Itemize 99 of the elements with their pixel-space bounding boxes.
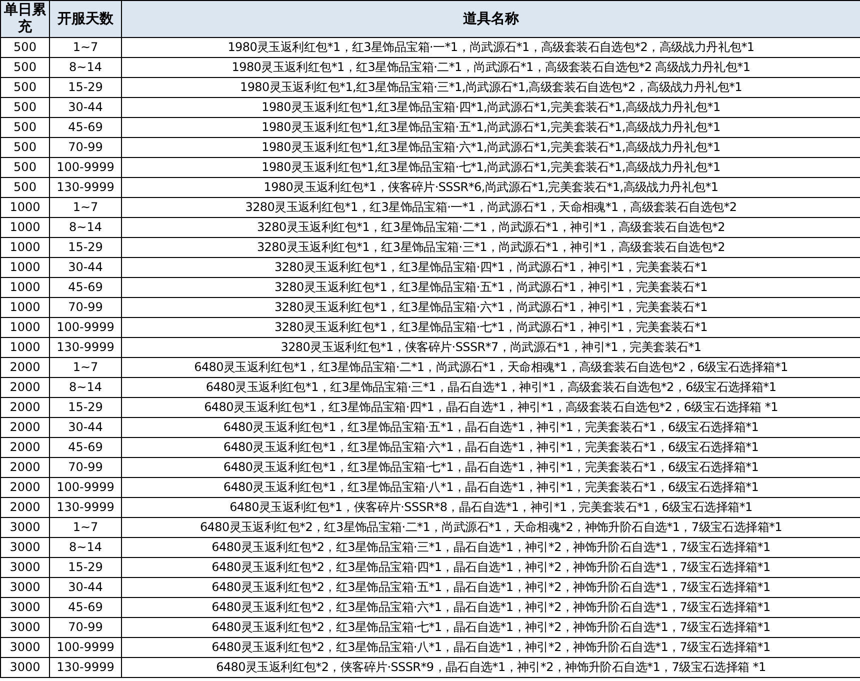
table-cell: 3000: [0, 558, 50, 578]
table-cell: 3000: [0, 578, 50, 598]
table-cell: 130-9999: [50, 338, 122, 358]
table-cell: 1980灵玉返利红包*1，侠客碎片·SSSR*6,尚武源石*1,完美套装石*1,高级战力丹礼包*1: [122, 178, 860, 198]
table-cell: 8~14: [50, 58, 122, 78]
table-cell: 6480灵玉返利红包*2，红3星饰品宝箱·四*1，晶石自选*1，神引*2，神饰升阶石自选*1，7级宝石选择箱*1: [122, 558, 860, 578]
table-cell: 6480灵玉返利红包*1，红3星饰品宝箱·八*1，晶石自选*1，神引*1，完美套装石*1，6级宝石选择箱*1: [122, 478, 860, 498]
table-cell: 500: [0, 98, 50, 118]
table-cell: 15-29: [50, 558, 122, 578]
table-cell: 2000: [0, 378, 50, 398]
table-cell: 15-29: [50, 78, 122, 98]
table-cell: 2000: [0, 478, 50, 498]
table-cell: 70-99: [50, 138, 122, 158]
table-cell: 45-69: [50, 438, 122, 458]
table-cell: 500: [0, 38, 50, 58]
table-cell: 100-9999: [50, 318, 122, 338]
table-cell: 500: [0, 78, 50, 98]
table-cell: 1000: [0, 218, 50, 238]
table-cell: 6480灵玉返利红包*2，红3星饰品宝箱·二*1，尚武源石*1，天命相魂*2，神饰升阶石自选*1，7级宝石选择箱*1: [122, 518, 860, 538]
table-cell: 15-29: [50, 398, 122, 418]
table-cell: 15-29: [50, 238, 122, 258]
table-cell: 1000: [0, 198, 50, 218]
table-cell: 3000: [0, 598, 50, 618]
table-cell: 2000: [0, 358, 50, 378]
table-cell: 1980灵玉返利红包*1,红3星饰品宝箱·六*1,尚武源石*1,完美套装石*1,高级战力丹礼包*1: [122, 138, 860, 158]
table-cell: 30-44: [50, 578, 122, 598]
table-cell: 30-44: [50, 418, 122, 438]
table-cell: 6480灵玉返利红包*1，红3星饰品宝箱·六*1，晶石自选*1，神引*1，完美套装石*1，6级宝石选择箱*1: [122, 438, 860, 458]
table-cell: 2000: [0, 498, 50, 518]
table-cell: 500: [0, 58, 50, 78]
column-header: 单日累充: [0, 0, 50, 38]
table-cell: 1980灵玉返利红包*1,红3星饰品宝箱·四*1,尚武源石*1,完美套装石*1,高级战力丹礼包*1: [122, 98, 860, 118]
table-cell: 3280灵玉返利红包*1，红3星饰品宝箱·七*1，尚武源石*1，神引*1，完美套装石*1: [122, 318, 860, 338]
table-cell: 8~14: [50, 538, 122, 558]
table-cell: 3280灵玉返利红包*1，侠客碎片·SSSR*7，尚武源石*1，神引*1，完美套装石*1: [122, 338, 860, 358]
table-cell: 2000: [0, 458, 50, 478]
table-cell: 1000: [0, 338, 50, 358]
table-cell: 30-44: [50, 98, 122, 118]
table-cell: 3280灵玉返利红包*1，红3星饰品宝箱·四*1，尚武源石*1，神引*1，完美套装石*1: [122, 258, 860, 278]
table-cell: 1000: [0, 278, 50, 298]
table-cell: 45-69: [50, 278, 122, 298]
table-cell: 3280灵玉返利红包*1，红3星饰品宝箱·六*1，尚武源石*1，神引*1，完美套装石*1: [122, 298, 860, 318]
table-cell: 8~14: [50, 218, 122, 238]
table-cell: 6480灵玉返利红包*1，红3星饰品宝箱·七*1，晶石自选*1，神引*1，完美套装石*1，6级宝石选择箱*1: [122, 458, 860, 478]
table-cell: 130-9999: [50, 498, 122, 518]
table-cell: 1000: [0, 258, 50, 278]
table-cell: 100-9999: [50, 638, 122, 658]
table-cell: 30-44: [50, 258, 122, 278]
table-cell: 3000: [0, 658, 50, 678]
table-cell: 6480灵玉返利红包*2，侠客碎片·SSSR*9，晶石自选*1，神引*2，神饰升阶石自选*1，7级宝石选择箱 *1: [122, 658, 860, 678]
table-cell: 45-69: [50, 598, 122, 618]
table-cell: 2000: [0, 398, 50, 418]
table-cell: 100-9999: [50, 478, 122, 498]
table-cell: 70-99: [50, 298, 122, 318]
table-cell: 1~7: [50, 518, 122, 538]
table-cell: 6480灵玉返利红包*2，红3星饰品宝箱·七*1，晶石自选*1，神引*2，神饰升阶石自选*1，7级宝石选择箱*1: [122, 618, 860, 638]
table-cell: 6480灵玉返利红包*2，红3星饰品宝箱·五*1，晶石自选*1，神引*2，神饰升阶石自选*1，7级宝石选择箱*1: [122, 578, 860, 598]
table-cell: 1000: [0, 318, 50, 338]
table-cell: 6480灵玉返利红包*2，红3星饰品宝箱·三*1，晶石自选*1，神引*2，神饰升阶石自选*1，7级宝石选择箱*1: [122, 538, 860, 558]
table-cell: 3000: [0, 538, 50, 558]
table-cell: 45-69: [50, 118, 122, 138]
table-cell: 6480灵玉返利红包*2，红3星饰品宝箱·八*1，晶石自选*1，神引*2，神饰升阶石自选*1，7级宝石选择箱*1: [122, 638, 860, 658]
table-cell: 500: [0, 138, 50, 158]
table-cell: 3000: [0, 638, 50, 658]
table-cell: 2000: [0, 438, 50, 458]
table-cell: 1980灵玉返利红包*1,红3星饰品宝箱·五*1,尚武源石*1,完美套装石*1,高级战力丹礼包*1: [122, 118, 860, 138]
table-cell: 130-9999: [50, 658, 122, 678]
column-header: 开服天数: [50, 0, 122, 38]
table-cell: 500: [0, 118, 50, 138]
table-cell: 3280灵玉返利红包*1，红3星饰品宝箱·三*1，尚武源石*1，神引*1，高级套装石自选包*2: [122, 238, 860, 258]
column-header: 道具名称: [122, 0, 860, 38]
table-cell: 1~7: [50, 38, 122, 58]
table-cell: 70-99: [50, 618, 122, 638]
table-cell: 500: [0, 178, 50, 198]
table-cell: 3280灵玉返利红包*1，红3星饰品宝箱·二*1，尚武源石*1，神引*1，高级套装石自选包*2: [122, 218, 860, 238]
table-cell: 6480灵玉返利红包*1，侠客碎片·SSSR*8，晶石自选*1，神引*1，完美套装石*1，6级宝石选择箱*1: [122, 498, 860, 518]
table-cell: 6480灵玉返利红包*2，红3星饰品宝箱·六*1，晶石自选*1，神引*2，神饰升阶石自选*1，7级宝石选择箱*1: [122, 598, 860, 618]
table-cell: 70-99: [50, 458, 122, 478]
table-cell: 6480灵玉返利红包*1，红3星饰品宝箱·三*1，晶石自选*1，神引*1，高级套装石自选包*2，6级宝石选择箱*1: [122, 378, 860, 398]
table-cell: 3000: [0, 518, 50, 538]
table-cell: 1980灵玉返利红包*1，红3星饰品宝箱·一*1，尚武源石*1，高级套装石自选包*2，高级战力丹礼包*1: [122, 38, 860, 58]
table-cell: 500: [0, 158, 50, 178]
table-cell: 3000: [0, 618, 50, 638]
table-cell: 6480灵玉返利红包*1，红3星饰品宝箱·四*1，晶石自选*1，神引*1，高级套装石自选包*2，6级宝石选择箱 *1: [122, 398, 860, 418]
table-cell: 6480灵玉返利红包*1，红3星饰品宝箱·二*1，尚武源石*1，天命相魂*1，高级套装石自选包*2，6级宝石选择箱*1: [122, 358, 860, 378]
table-cell: 1980灵玉返利红包*1,红3星饰品宝箱·七*1,尚武源石*1,完美套装石*1,高级战力丹礼包*1: [122, 158, 860, 178]
table-cell: 130-9999: [50, 178, 122, 198]
table-cell: 100-9999: [50, 158, 122, 178]
table-cell: 1980灵玉返利红包*1，红3星饰品宝箱·二*1，尚武源石*1，高级套装石自选包*2 高级战力丹礼包*1: [122, 58, 860, 78]
table-cell: 3280灵玉返利红包*1，红3星饰品宝箱·五*1，尚武源石*1，神引*1，完美套装石*1: [122, 278, 860, 298]
table-cell: 2000: [0, 418, 50, 438]
table-cell: 1980灵玉返利红包*1,红3星饰品宝箱·三*1,尚武源石*1,高级套装石自选包*2，高级战力丹礼包*1: [122, 78, 860, 98]
table-cell: 1~7: [50, 358, 122, 378]
table-cell: 6480灵玉返利红包*1，红3星饰品宝箱·五*1，晶石自选*1，神引*1，完美套装石*1，6级宝石选择箱*1: [122, 418, 860, 438]
table-cell: 1000: [0, 298, 50, 318]
table-cell: 3280灵玉返利红包*1，红3星饰品宝箱·一*1，尚武源石*1，天命相魂*1，高级套装石自选包*2: [122, 198, 860, 218]
table-cell: 8~14: [50, 378, 122, 398]
table-cell: 1000: [0, 238, 50, 258]
table-cell: 1~7: [50, 198, 122, 218]
